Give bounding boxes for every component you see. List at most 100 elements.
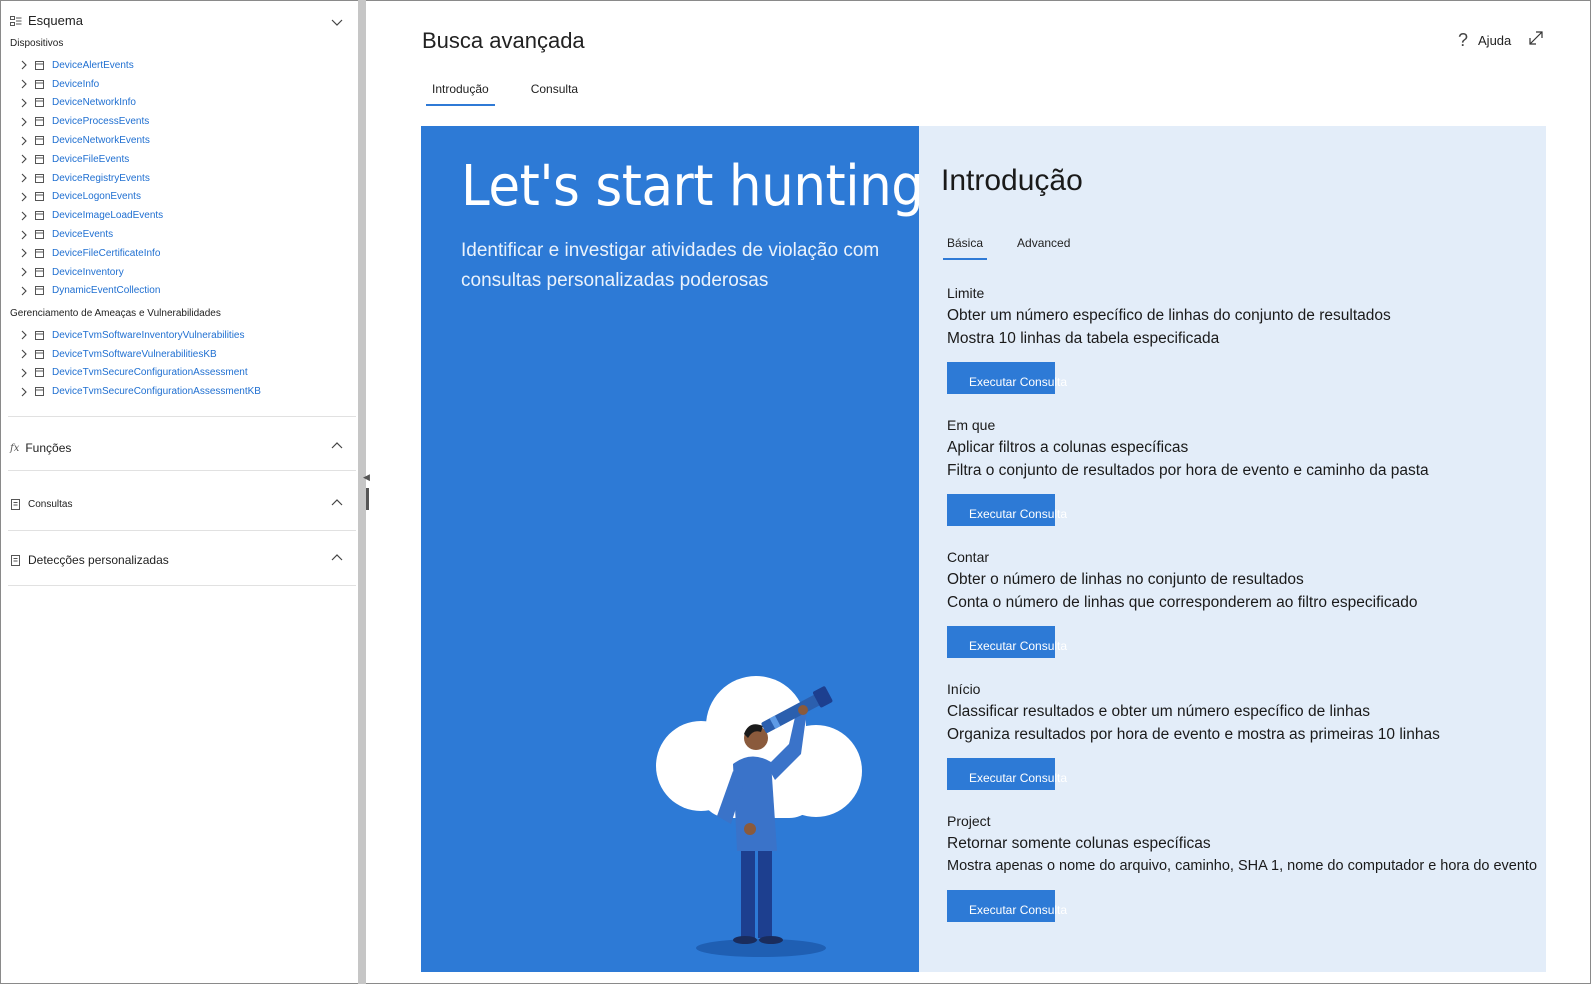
- table-icon: [35, 286, 44, 296]
- chevron-right-icon[interactable]: [18, 191, 30, 203]
- chevron-right-icon[interactable]: [18, 172, 30, 184]
- table-name[interactable]: DeviceRegistryEvents: [52, 173, 150, 184]
- telescope-person-illustration: [656, 676, 862, 957]
- chevron-right-icon[interactable]: [18, 266, 30, 278]
- run-query-button[interactable]: Executar Consulta: [947, 758, 1067, 790]
- table-item[interactable]: DeviceProcessEvents: [18, 112, 163, 131]
- chevron-right-icon[interactable]: [18, 386, 30, 398]
- chevron-right-icon[interactable]: [18, 153, 30, 165]
- functions-header[interactable]: fx Funções: [10, 441, 71, 455]
- table-name[interactable]: DeviceTvmSecureConfigurationAssessmentKB: [52, 386, 261, 397]
- schema-label: Esquema: [28, 13, 83, 28]
- table-name[interactable]: DeviceNetworkInfo: [52, 97, 136, 108]
- chevron-up-icon[interactable]: [330, 551, 344, 565]
- table-name[interactable]: DeviceAlertEvents: [52, 60, 134, 71]
- table-item[interactable]: DeviceTvmSecureConfigurationAssessmentKB: [18, 382, 261, 401]
- table-name[interactable]: DeviceProcessEvents: [52, 116, 149, 127]
- pane-splitter[interactable]: [358, 0, 366, 984]
- table-item[interactable]: DeviceNetworkEvents: [18, 131, 163, 150]
- subtab-advanced[interactable]: Advanced: [1013, 234, 1074, 260]
- table-item[interactable]: DeviceLogonEvents: [18, 188, 163, 207]
- example-name: Project: [947, 813, 991, 829]
- divider: [8, 470, 356, 471]
- table-name[interactable]: DeviceFileCertificateInfo: [52, 248, 160, 259]
- schema-header[interactable]: Esquema: [10, 13, 83, 28]
- chevron-right-icon[interactable]: [18, 97, 30, 109]
- detections-label: Detecções personalizadas: [28, 553, 169, 567]
- tvm-group-label: Gerenciamento de Ameaças e Vulnerabilida…: [10, 308, 221, 319]
- intro-panel: Introdução Básica Advanced Limite Obter …: [919, 126, 1546, 972]
- run-query-button[interactable]: Executar Consulta: [947, 362, 1067, 394]
- example-summary: Classificar resultados e obter um número…: [947, 703, 1371, 720]
- function-icon: fx: [10, 442, 20, 454]
- queries-header[interactable]: Consultas: [10, 498, 72, 510]
- chevron-right-icon[interactable]: [18, 78, 30, 90]
- table-name[interactable]: DeviceTvmSoftwareInventoryVulnerabilitie…: [52, 330, 245, 341]
- queries-icon: [11, 499, 20, 510]
- example-card: Em que Aplicar filtros a colunas específ…: [947, 414, 1547, 526]
- chevron-up-icon[interactable]: [330, 496, 344, 510]
- example-card: Início Classificar resultados e obter um…: [947, 678, 1547, 790]
- example-card: Project Retornar somente colunas específ…: [947, 810, 1547, 922]
- chevron-right-icon[interactable]: [18, 285, 30, 297]
- divider: [8, 416, 356, 417]
- tab-introducao[interactable]: Introdução: [426, 78, 495, 106]
- chevron-right-icon[interactable]: [18, 210, 30, 222]
- chevron-right-icon[interactable]: [18, 59, 30, 71]
- table-name[interactable]: DeviceEvents: [52, 229, 113, 240]
- table-icon: [35, 173, 44, 183]
- table-name[interactable]: DeviceTvmSoftwareVulnerabilitiesKB: [52, 349, 217, 360]
- chevron-down-icon[interactable]: [330, 15, 344, 29]
- table-name[interactable]: DeviceImageLoadEvents: [52, 210, 163, 221]
- chevron-right-icon[interactable]: [18, 135, 30, 147]
- device-table-list: DeviceAlertEvents DeviceInfo DeviceNetwork…: [18, 56, 163, 300]
- chevron-right-icon[interactable]: [18, 329, 30, 341]
- devices-group-label: Dispositivos: [10, 38, 64, 49]
- table-item[interactable]: DeviceAlertEvents: [18, 56, 163, 75]
- queries-label: Consultas: [28, 498, 73, 510]
- run-query-button[interactable]: Executar Consulta: [947, 626, 1067, 658]
- chevron-up-icon[interactable]: [330, 439, 344, 453]
- run-query-button[interactable]: Executar Consulta: [947, 494, 1067, 526]
- page-title: Busca avançada: [422, 28, 585, 53]
- table-item[interactable]: DeviceNetworkInfo: [18, 94, 163, 113]
- table-item[interactable]: DeviceInfo: [18, 75, 163, 94]
- table-icon: [35, 330, 44, 340]
- detections-header[interactable]: Detecções personalizadas: [10, 553, 169, 567]
- chevron-right-icon[interactable]: [18, 348, 30, 360]
- table-item[interactable]: DeviceTvmSecureConfigurationAssessment: [18, 364, 261, 383]
- table-icon: [35, 230, 44, 240]
- table-name[interactable]: DynamicEventCollection: [52, 285, 160, 296]
- table-item[interactable]: DeviceFileEvents: [18, 150, 163, 169]
- table-item[interactable]: DeviceImageLoadEvents: [18, 206, 163, 225]
- chevron-right-icon[interactable]: [18, 367, 30, 379]
- run-query-button[interactable]: Executar Consulta: [947, 890, 1067, 922]
- expand-icon[interactable]: [1528, 30, 1544, 46]
- chevron-right-icon[interactable]: [18, 247, 30, 259]
- table-name[interactable]: DeviceNetworkEvents: [52, 135, 150, 146]
- table-icon: [35, 211, 44, 221]
- table-item[interactable]: DeviceTvmSoftwareVulnerabilitiesKB: [18, 345, 261, 364]
- example-summary: Obter o número de linhas no conjunto de …: [947, 571, 1304, 588]
- chevron-right-icon[interactable]: [18, 116, 30, 128]
- example-detail: Conta o número de linhas que corresponde…: [947, 594, 1418, 611]
- collapse-arrow-icon[interactable]: ◀: [363, 472, 370, 483]
- table-name[interactable]: DeviceFileEvents: [52, 154, 129, 165]
- table-name[interactable]: DeviceLogonEvents: [52, 191, 141, 202]
- table-item[interactable]: DeviceEvents: [18, 225, 163, 244]
- table-item[interactable]: DeviceInventory: [18, 263, 163, 282]
- chevron-right-icon[interactable]: [18, 229, 30, 241]
- tab-consulta[interactable]: Consulta: [525, 78, 584, 106]
- table-item[interactable]: DynamicEventCollection: [18, 282, 163, 301]
- intro-subtabs: Básica Advanced: [943, 234, 1074, 260]
- splitter-handle[interactable]: [366, 488, 369, 510]
- example-detail: Mostra 10 linhas da tabela especificada: [947, 330, 1220, 347]
- table-name[interactable]: DeviceInventory: [52, 267, 124, 278]
- table-item[interactable]: DeviceTvmSoftwareInventoryVulnerabilitie…: [18, 326, 261, 345]
- subtab-basica[interactable]: Básica: [943, 234, 988, 260]
- table-item[interactable]: DeviceFileCertificateInfo: [18, 244, 163, 263]
- table-name[interactable]: DeviceTvmSecureConfigurationAssessment: [52, 367, 248, 378]
- table-name[interactable]: DeviceInfo: [52, 79, 99, 90]
- help-link[interactable]: ? Ajuda: [1458, 30, 1511, 51]
- table-item[interactable]: DeviceRegistryEvents: [18, 169, 163, 188]
